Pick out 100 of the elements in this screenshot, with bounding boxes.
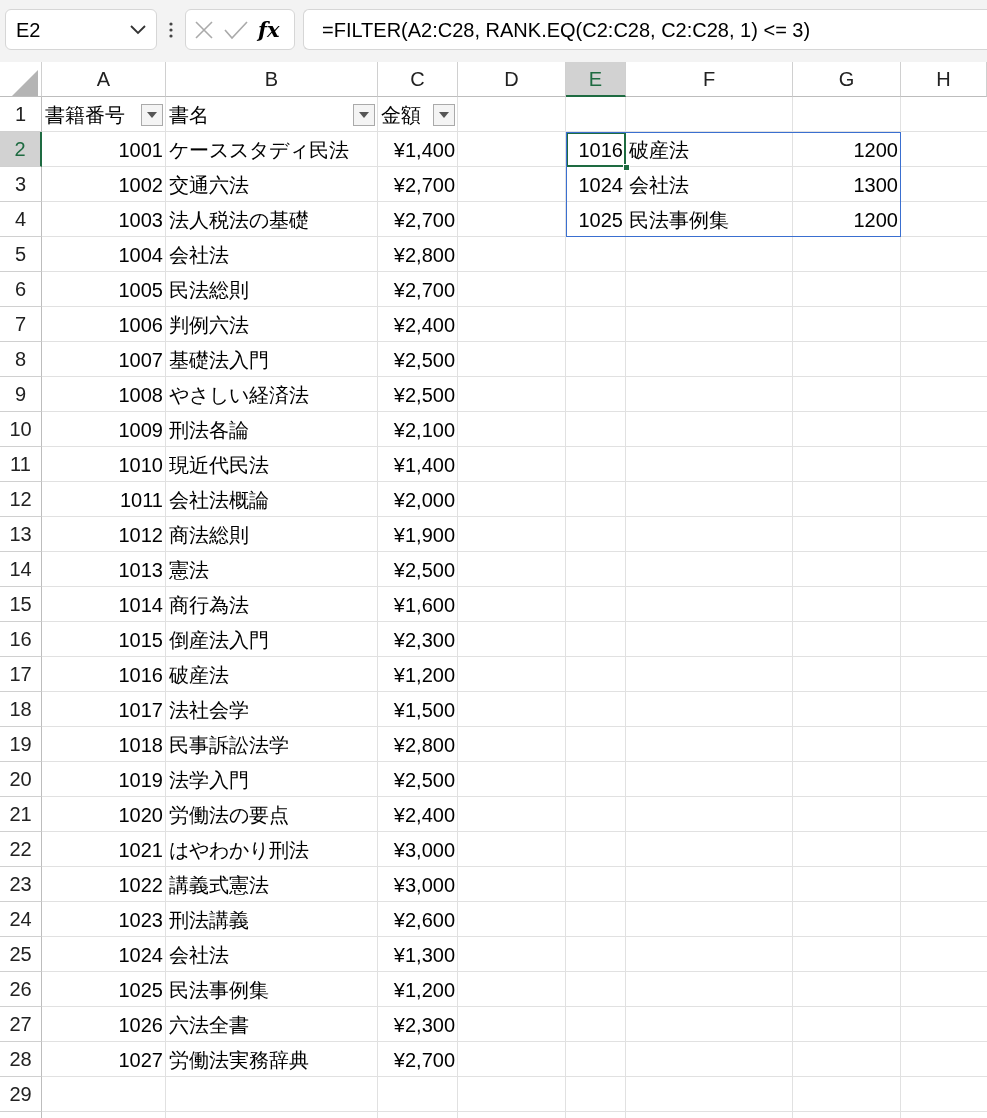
table-cell-text: 1013 bbox=[118, 557, 163, 583]
row-header[interactable]: 26 bbox=[0, 972, 42, 1007]
table-cell-text: ¥2,800 bbox=[393, 732, 455, 758]
table-cell-text: 現近代民法 bbox=[169, 452, 269, 478]
table-cell-text: 基礎法入門 bbox=[169, 347, 269, 373]
table-cell-text: ¥1,200 bbox=[393, 977, 455, 1003]
table-cell-text: 憲法 bbox=[169, 557, 209, 583]
table-cell-text: 1002 bbox=[118, 172, 163, 198]
row-header[interactable]: 16 bbox=[0, 622, 42, 657]
table-cell-text: 1004 bbox=[118, 242, 163, 268]
formula-field[interactable]: =FILTER(A2:C28, RANK.EQ(C2:C28, C2:C28, 1) <= 3) bbox=[303, 9, 987, 50]
row-header[interactable]: 8 bbox=[0, 342, 42, 377]
table-cell-text: 判例六法 bbox=[169, 312, 249, 338]
filter-button[interactable] bbox=[141, 103, 163, 126]
table-cell-text: ¥1,600 bbox=[393, 592, 455, 618]
filter-button[interactable] bbox=[433, 103, 455, 126]
row-header[interactable]: 15 bbox=[0, 587, 42, 622]
table-cell-text: 1023 bbox=[118, 907, 163, 933]
table-cell-text: ¥2,100 bbox=[393, 417, 455, 443]
table-cell-text: ¥2,500 bbox=[393, 767, 455, 793]
table-cell-text: ¥1,200 bbox=[393, 662, 455, 688]
row-header[interactable]: 20 bbox=[0, 762, 42, 797]
column-header[interactable]: G bbox=[793, 62, 901, 97]
table-cell-text: 1200 bbox=[853, 207, 898, 233]
row-header[interactable]: 25 bbox=[0, 937, 42, 972]
column-header[interactable]: E bbox=[566, 62, 626, 97]
table-cell-text: 1011 bbox=[120, 487, 163, 513]
row-header[interactable]: 28 bbox=[0, 1042, 42, 1077]
row-header[interactable]: 14 bbox=[0, 552, 42, 587]
row-header[interactable]: 13 bbox=[0, 517, 42, 552]
table-cell-text: 刑法各論 bbox=[169, 417, 249, 443]
table-cell-text: ¥2,700 bbox=[393, 1047, 455, 1073]
row-header[interactable]: 4 bbox=[0, 202, 42, 237]
row-header[interactable]: 7 bbox=[0, 307, 42, 342]
row-header[interactable]: 23 bbox=[0, 867, 42, 902]
row-header[interactable]: 12 bbox=[0, 482, 42, 517]
table-cell-text: 会社法概論 bbox=[169, 487, 269, 513]
column-title: 書名 bbox=[169, 102, 209, 128]
table-cell-text: ¥2,500 bbox=[393, 557, 455, 583]
column-header[interactable]: D bbox=[458, 62, 566, 97]
row-header[interactable]: 22 bbox=[0, 832, 42, 867]
row-header[interactable]: 1 bbox=[0, 97, 42, 132]
row-header[interactable]: 24 bbox=[0, 902, 42, 937]
insert-function-button[interactable]: fx bbox=[258, 13, 280, 46]
table-cell-text: 会社法 bbox=[169, 942, 229, 968]
row-header[interactable]: 5 bbox=[0, 237, 42, 272]
row-header[interactable]: 29 bbox=[0, 1077, 42, 1112]
caret-icon bbox=[359, 111, 369, 118]
table-cell-text: 1027 bbox=[118, 1047, 163, 1073]
column-header[interactable]: F bbox=[626, 62, 793, 97]
row-header[interactable]: 10 bbox=[0, 412, 42, 447]
filter-button[interactable] bbox=[353, 103, 375, 126]
table-cell-text: ¥1,900 bbox=[393, 522, 455, 548]
table-cell-text: はやわかり刑法 bbox=[169, 837, 309, 863]
row-header[interactable]: 6 bbox=[0, 272, 42, 307]
table-cell-text: ¥1,400 bbox=[393, 137, 455, 163]
name-box[interactable]: E2 bbox=[5, 9, 157, 50]
table-cell-text: 1018 bbox=[118, 732, 163, 758]
row-header[interactable]: 9 bbox=[0, 377, 42, 412]
table-cell-text: 1015 bbox=[118, 627, 163, 653]
table-cell-text: 商法総則 bbox=[169, 522, 249, 548]
fill-handle[interactable] bbox=[623, 164, 630, 171]
more-options-icon[interactable] bbox=[169, 21, 173, 38]
row-header[interactable]: 11 bbox=[0, 447, 42, 482]
row-header[interactable]: 27 bbox=[0, 1007, 42, 1042]
row-header[interactable]: 2 bbox=[0, 132, 42, 167]
column-header[interactable]: B bbox=[166, 62, 378, 97]
table-cell-text: 法社会学 bbox=[169, 697, 249, 723]
row-header[interactable]: 18 bbox=[0, 692, 42, 727]
table-cell-text: 1024 bbox=[577, 172, 624, 198]
table-cell-text: ¥3,000 bbox=[393, 872, 455, 898]
row-header[interactable]: 17 bbox=[0, 657, 42, 692]
table-cell-text: ¥1,300 bbox=[393, 942, 455, 968]
column-header[interactable]: C bbox=[378, 62, 458, 97]
table-cell-text: ¥2,400 bbox=[393, 312, 455, 338]
row-header[interactable]: 3 bbox=[0, 167, 42, 202]
table-cell-text: ¥2,600 bbox=[393, 907, 455, 933]
column-header[interactable]: H bbox=[901, 62, 987, 97]
table-cell-text: ケーススタディ民法 bbox=[169, 137, 349, 163]
table-cell-text: ¥2,500 bbox=[393, 382, 455, 408]
table-cell-text: ¥2,700 bbox=[393, 277, 455, 303]
row-header[interactable]: 21 bbox=[0, 797, 42, 832]
table-cell-text: ¥2,300 bbox=[393, 627, 455, 653]
table-cell-text: 倒産法入門 bbox=[169, 627, 269, 653]
table-cell-text: 民法事例集 bbox=[169, 977, 269, 1003]
table-cell-text: 1025 bbox=[577, 207, 624, 233]
row-header[interactable]: 19 bbox=[0, 727, 42, 762]
table-cell-text: 1005 bbox=[118, 277, 163, 303]
table-cell-text: 民法事例集 bbox=[629, 207, 729, 233]
table-cell-text: 1012 bbox=[118, 522, 163, 548]
table-cell-text: 1200 bbox=[853, 137, 898, 163]
column-title: 書籍番号 bbox=[45, 102, 125, 128]
table-cell-text: ¥2,400 bbox=[393, 802, 455, 828]
table-cell-text: 1006 bbox=[118, 312, 163, 338]
table-cell-text: 会社法 bbox=[629, 172, 689, 198]
caret-icon bbox=[439, 111, 449, 118]
column-header[interactable]: A bbox=[42, 62, 166, 97]
table-cell-text: 法人税法の基礎 bbox=[169, 207, 309, 233]
table-cell: 1016 bbox=[566, 132, 626, 167]
table-cell-text: 交通六法 bbox=[169, 172, 249, 198]
